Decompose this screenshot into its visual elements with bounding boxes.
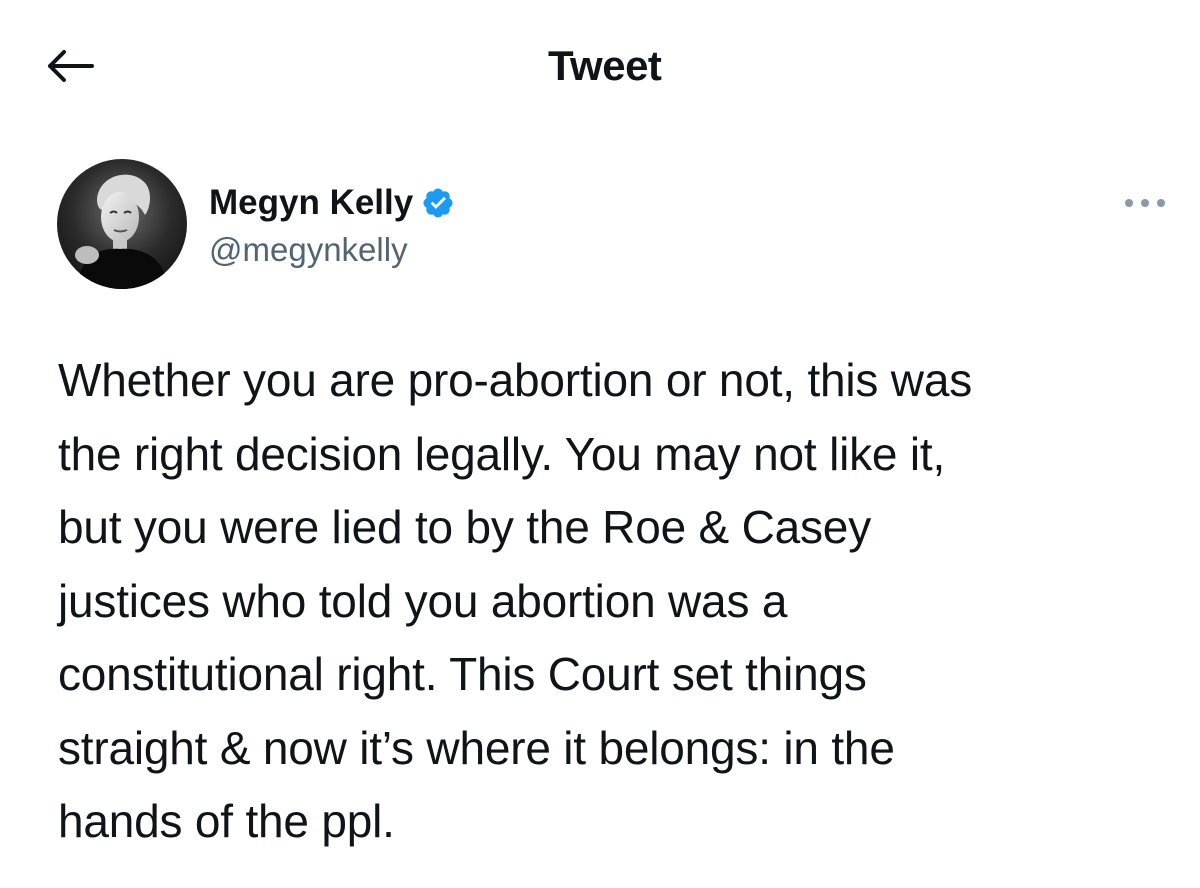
tweet-text-line: justices who told you abortion was a	[58, 574, 788, 627]
tweet-text-line: straight & now it’s where it belongs: in…	[58, 721, 895, 774]
author-name-line[interactable]: Megyn Kelly	[209, 181, 455, 225]
more-options-button[interactable]	[1115, 183, 1175, 223]
avatar[interactable]	[57, 159, 187, 289]
back-button[interactable]	[40, 40, 100, 92]
profile-photo	[57, 159, 187, 289]
tweet-text-line: the right decision legally. You may not …	[58, 427, 946, 480]
tweet-text-line: hands of the ppl.	[58, 795, 395, 847]
tweet-author: Megyn Kelly @megynkelly	[57, 159, 1167, 289]
author-name: Megyn Kelly	[209, 183, 414, 222]
tweet-text-line: but you were lied to by the Roe & Casey	[58, 501, 871, 553]
arrow-left-icon	[48, 50, 94, 82]
tweet-text-line: Whether you are pro-abortion or not, thi…	[58, 354, 973, 406]
tweet-text: Whether you are pro-abortion or not, thi…	[58, 344, 1183, 859]
more-horizontal-icon	[1125, 199, 1165, 207]
author-handle[interactable]: @megynkelly	[209, 229, 408, 271]
tweet-text-line: constitutional right. This Court set thi…	[58, 648, 867, 700]
verified-badge-icon	[423, 188, 453, 218]
page-title: Tweet	[548, 42, 662, 89]
top-bar: Tweet	[0, 0, 1200, 130]
